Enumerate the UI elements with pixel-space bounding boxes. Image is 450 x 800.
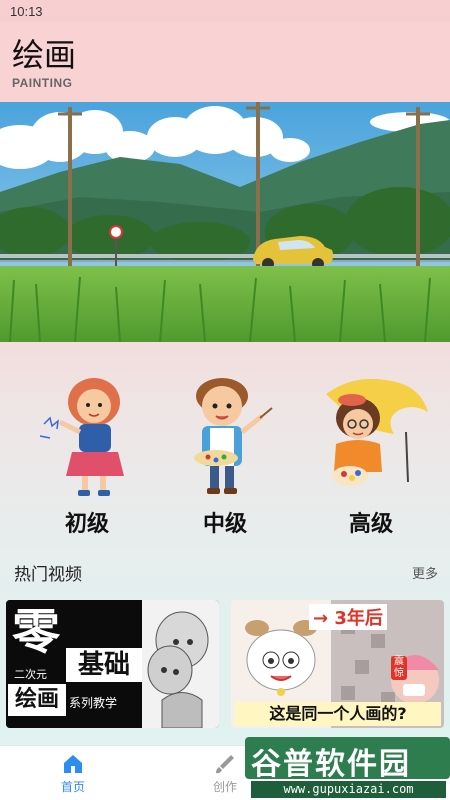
landscape-illustration bbox=[0, 102, 450, 342]
video-caption: 这是同一个人画的? bbox=[235, 702, 441, 726]
status-time: 10:13 bbox=[10, 4, 43, 19]
video-thumb-sketch bbox=[142, 600, 219, 728]
site-watermark: 谷普软件园 www.gupuxiazai.com bbox=[245, 727, 450, 800]
video-big-char: 零 bbox=[12, 604, 61, 660]
level-label-advanced: 高级 bbox=[348, 512, 393, 537]
page-subtitle: PAINTING bbox=[12, 76, 73, 90]
level-label-beginner: 初级 bbox=[64, 512, 109, 537]
home-icon bbox=[64, 755, 82, 773]
video-card[interactable]: 零 基础 二次元 绘画 系列教学 bbox=[6, 600, 219, 728]
watermark-url: www.gupuxiazai.com bbox=[251, 781, 446, 798]
brush-icon bbox=[216, 755, 234, 774]
level-selector: 初级 中级 高级 bbox=[0, 372, 450, 537]
video-card[interactable]: → 3年后 震惊 这是同一个人画的? bbox=[231, 600, 444, 728]
video-suffix: 系列教学 bbox=[69, 696, 118, 710]
video-top-text: → 3年后 bbox=[309, 604, 387, 630]
level-intermediate[interactable]: 中级 bbox=[160, 372, 290, 537]
video-side-text: 震惊 bbox=[391, 656, 407, 680]
video-line2: 绘画 bbox=[8, 684, 66, 716]
page-title: 绘画 bbox=[12, 36, 77, 74]
banner-image[interactable] bbox=[0, 102, 450, 342]
girl-flag-illustration bbox=[326, 378, 428, 486]
video-thumb-text-panel: 零 基础 二次元 绘画 系列教学 bbox=[6, 600, 142, 728]
status-bar: 10:13 bbox=[0, 0, 450, 22]
section-title: 热门视频 bbox=[14, 565, 82, 585]
level-beginner[interactable]: 初级 bbox=[22, 372, 152, 537]
hot-videos-header: 热门视频 更多 bbox=[14, 560, 438, 585]
more-link[interactable]: 更多 bbox=[412, 563, 438, 582]
level-label-intermediate: 中级 bbox=[202, 512, 247, 537]
girl-drawing-illustration bbox=[39, 378, 124, 496]
level-advanced[interactable]: 高级 bbox=[306, 372, 436, 537]
tab-home-label: 首页 bbox=[60, 780, 85, 794]
watermark-brand: 谷普软件园 bbox=[251, 747, 411, 782]
anime-sketch-illustration bbox=[147, 611, 209, 728]
boy-painter-illustration bbox=[194, 378, 273, 494]
video-tag: 二次元 bbox=[14, 668, 47, 681]
tab-home[interactable]: 首页 bbox=[28, 746, 118, 800]
page-header: 绘画 PAINTING bbox=[0, 22, 450, 102]
video-line1: 基础 bbox=[66, 648, 142, 682]
